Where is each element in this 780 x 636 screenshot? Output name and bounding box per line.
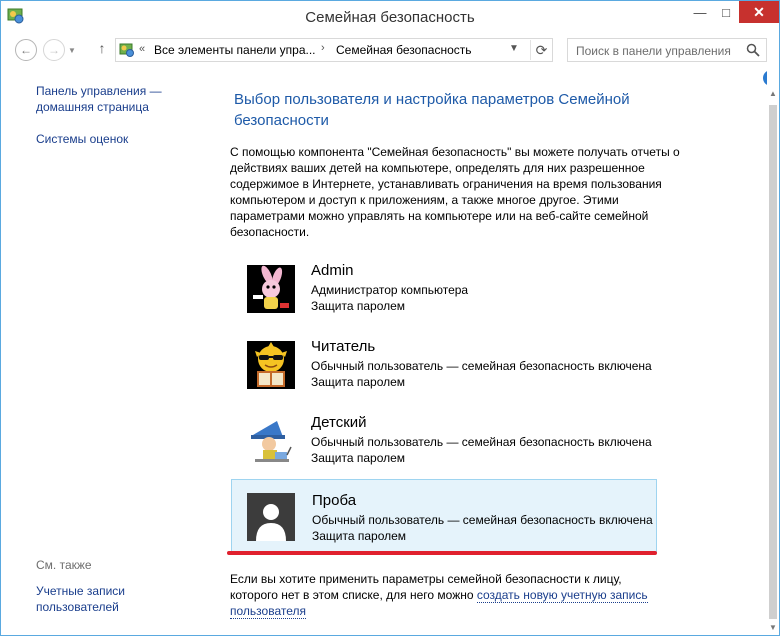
breadcrumb-family-safety[interactable]: Семейная безопасность — [336, 43, 472, 57]
page-description: С помощью компонента "Семейная безопасно… — [230, 145, 680, 239]
user-name: Детский — [311, 414, 367, 431]
search-icon[interactable] — [746, 43, 760, 57]
breadcrumb-all-items[interactable]: Все элементы панели упра... — [154, 43, 316, 57]
scrollbar-thumb[interactable] — [769, 105, 777, 619]
user-name: Проба — [312, 492, 357, 509]
recent-locations-dropdown[interactable]: ▼ — [68, 46, 76, 55]
navigation-bar: ← → ▼ ↑ « Все элементы панели упра... › … — [1, 34, 779, 66]
refresh-button[interactable]: ⟳ — [530, 40, 552, 60]
close-button[interactable]: ✕ — [739, 1, 779, 23]
user-role: Обычный пользователь — семейная безопасн… — [311, 435, 652, 449]
user-role: Администратор компьютера — [311, 283, 469, 297]
title-bar: Семейная безопасность — □ ✕ — [1, 1, 779, 34]
window-title: Семейная безопасность — [305, 9, 475, 26]
user-password-status: Защита паролем — [312, 529, 407, 543]
user-tile-admin[interactable]: Admin Администратор компьютера Защита па… — [231, 257, 657, 331]
user-password-status: Защита паролем — [311, 299, 406, 313]
sidebar: Панель управления — домашняя страница Си… — [1, 67, 211, 635]
maximize-button[interactable]: □ — [713, 1, 739, 23]
sun-reader-avatar-icon — [247, 341, 295, 389]
sidebar-item-rating-systems[interactable]: Системы оценок — [36, 131, 128, 147]
create-account-hint: Если вы хотите применить параметры семей… — [230, 571, 660, 619]
control-panel-window: Семейная безопасность — □ ✕ ← → ▼ ↑ « Вс… — [0, 0, 780, 636]
wizard-avatar-icon — [247, 417, 295, 465]
back-button[interactable]: ← — [15, 39, 37, 61]
control-panel-icon — [119, 43, 134, 57]
scroll-down-icon[interactable]: ▼ — [769, 623, 777, 632]
scroll-up-icon[interactable]: ▲ — [769, 89, 777, 98]
user-tile-test[interactable]: Проба Обычный пользователь — семейная бе… — [231, 479, 657, 553]
arrow-left-icon: ← — [20, 43, 32, 57]
sidebar-item-user-accounts[interactable]: Учетные записи пользователей — [36, 583, 156, 615]
annotation-underline — [227, 551, 657, 555]
arrow-right-icon: → — [48, 43, 60, 57]
page-title: Выбор пользователя и настройка параметро… — [234, 91, 630, 129]
chevron-down-icon[interactable]: ▼ — [509, 43, 519, 54]
sidebar-item-home[interactable]: Панель управления — домашняя страница — [36, 83, 186, 115]
user-name: Читатель — [311, 338, 376, 355]
search-placeholder: Поиск в панели управления — [576, 44, 731, 58]
arrow-up-icon: ↑ — [98, 40, 106, 56]
see-also-heading: См. также — [36, 558, 92, 572]
default-user-avatar-icon — [247, 493, 295, 541]
breadcrumb-overflow[interactable]: « — [139, 43, 145, 55]
search-input[interactable]: Поиск в панели управления — [567, 38, 767, 62]
user-role: Обычный пользователь — семейная безопасн… — [312, 513, 653, 527]
vertical-scrollbar[interactable]: ▲ ▼ — [767, 67, 779, 635]
refresh-icon: ⟳ — [535, 42, 548, 58]
user-password-status: Защита паролем — [311, 375, 406, 389]
up-button[interactable]: ↑ — [93, 40, 111, 60]
main-content: Выбор пользователя и настройка параметро… — [211, 67, 767, 635]
breadcrumb-separator[interactable]: › — [321, 42, 325, 54]
user-tile-kids[interactable]: Детский Обычный пользователь — семейная … — [231, 409, 657, 483]
forward-button[interactable]: → — [43, 39, 65, 61]
minimize-button[interactable]: — — [687, 1, 713, 23]
user-tile-reader[interactable]: Читатель Обычный пользователь — семейная… — [231, 333, 657, 407]
user-password-status: Защита паролем — [311, 451, 406, 465]
user-role: Обычный пользователь — семейная безопасн… — [311, 359, 652, 373]
user-name: Admin — [311, 262, 354, 279]
rabbit-avatar-icon — [247, 265, 295, 313]
address-bar[interactable]: « Все элементы панели упра... › Семейная… — [115, 38, 553, 62]
